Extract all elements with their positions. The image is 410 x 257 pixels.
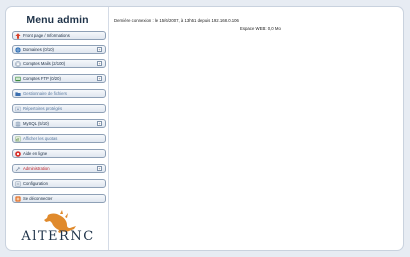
expand-icon[interactable]: + bbox=[97, 166, 102, 171]
menu-item-configuration[interactable]: Configuration bbox=[12, 179, 106, 188]
menu-item-label: Configuration bbox=[23, 181, 48, 186]
database-icon bbox=[15, 121, 21, 127]
menu-item-aide[interactable]: Aide en ligne bbox=[12, 149, 106, 158]
expand-icon[interactable]: + bbox=[97, 47, 102, 52]
help-icon bbox=[15, 150, 21, 157]
menu-item-label: Administration bbox=[23, 166, 50, 171]
menu-item-label: Se déconnecter bbox=[23, 196, 53, 201]
admin-icon bbox=[15, 166, 21, 172]
alternc-logo: AlTERNC bbox=[20, 209, 96, 249]
sidebar: Menu admin Front page / Informations Dom… bbox=[6, 7, 109, 250]
last-login-info: Dernière connexion : le 15/6/2007, à 13h… bbox=[114, 18, 239, 23]
mail-icon bbox=[15, 60, 21, 67]
logo-text: AlTERNC bbox=[21, 229, 95, 244]
menu-item-label: Gestionnaire de fichiers bbox=[23, 91, 67, 96]
menu-item-administration[interactable]: Administration + bbox=[12, 164, 106, 173]
menu-item-label: Comptes FTP (0/20) bbox=[23, 76, 61, 81]
menu-item-gestionnaire-fichiers[interactable]: Gestionnaire de fichiers bbox=[12, 89, 106, 98]
menu-item-quotas[interactable]: Afficher les quotas bbox=[12, 134, 106, 143]
menu-title: Menu admin bbox=[26, 14, 89, 26]
menu-item-label: MySQL (5/10) bbox=[23, 121, 49, 126]
config-icon bbox=[15, 181, 21, 187]
lock-folder-icon bbox=[15, 106, 21, 112]
menu-item-label: Comptes Mails (2/100) bbox=[23, 61, 66, 66]
menu-item-label: Répertoires protégés bbox=[23, 106, 63, 111]
menu-item-deconnexion[interactable]: Se déconnecter bbox=[12, 194, 106, 203]
folder-icon bbox=[15, 91, 21, 97]
menu-item-mysql[interactable]: MySQL (5/10) + bbox=[12, 119, 106, 128]
ftp-icon bbox=[15, 76, 21, 82]
menu-item-comptes-ftp[interactable]: Comptes FTP (0/20) + bbox=[12, 74, 106, 83]
menu-item-domaines[interactable]: Domaines (0/10) + bbox=[12, 45, 106, 54]
web-space-info: Espace WEB: 0,0 Mo bbox=[240, 26, 281, 31]
expand-icon[interactable]: + bbox=[97, 76, 102, 81]
menu-item-label: Domaines (0/10) bbox=[23, 47, 54, 52]
menu-item-label: Afficher les quotas bbox=[23, 136, 58, 141]
menu-item-comptes-mails[interactable]: Comptes Mails (2/100) + bbox=[12, 59, 106, 68]
menu-item-front-page[interactable]: Front page / Informations bbox=[12, 31, 106, 40]
menu-item-repertoires-proteges[interactable]: Répertoires protégés bbox=[12, 104, 106, 113]
quota-icon bbox=[15, 136, 21, 142]
globe-icon bbox=[15, 46, 21, 53]
arrow-up-icon bbox=[15, 32, 21, 39]
menu-item-label: Aide en ligne bbox=[23, 151, 48, 156]
menu-item-label: Front page / Informations bbox=[23, 33, 70, 38]
admin-window: Menu admin Front page / Informations Dom… bbox=[5, 6, 404, 251]
logout-icon bbox=[15, 195, 21, 202]
expand-icon[interactable]: + bbox=[97, 121, 102, 126]
expand-icon[interactable]: + bbox=[97, 61, 102, 66]
